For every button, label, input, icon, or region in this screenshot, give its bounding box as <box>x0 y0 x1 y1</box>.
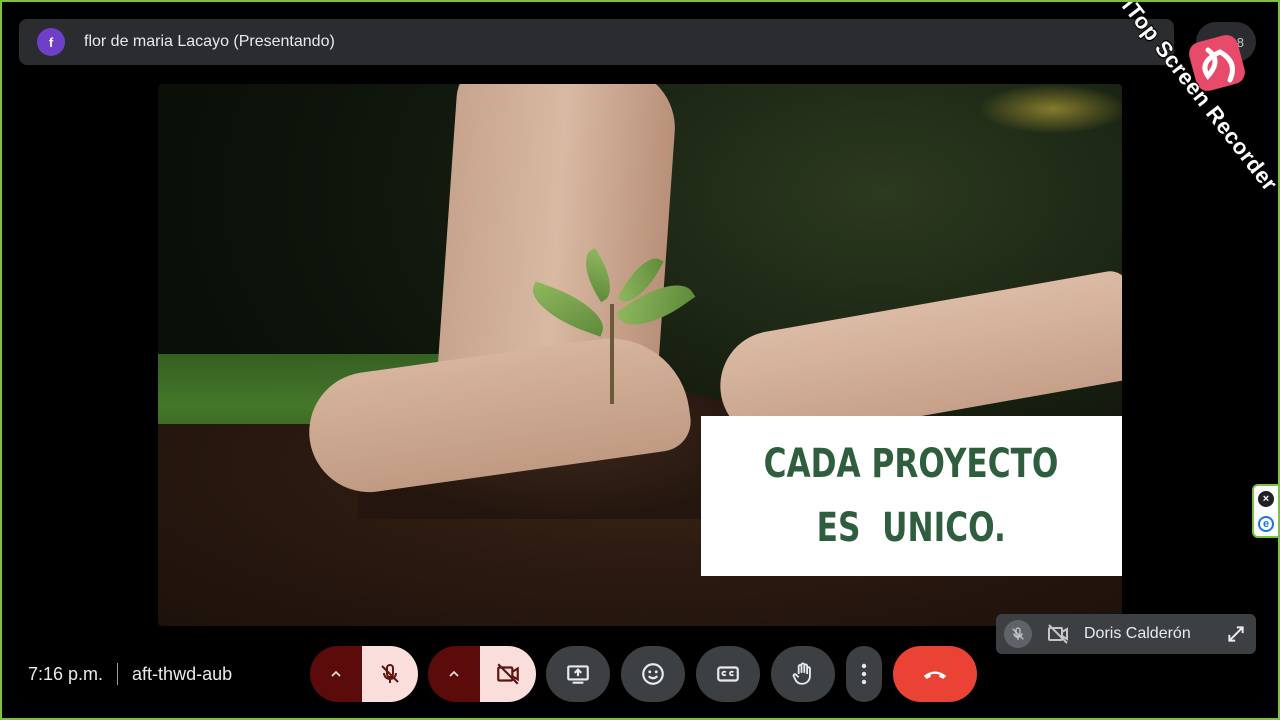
expand-icon[interactable] <box>1224 622 1248 646</box>
video-options-button[interactable] <box>428 646 480 702</box>
self-video-tile[interactable]: Doris Calderón <box>996 614 1256 654</box>
end-call-button[interactable] <box>893 646 977 702</box>
more-options-icon <box>861 663 867 685</box>
meeting-info: 7:16 p.m. aft-thwd-aub <box>28 662 232 686</box>
emoji-reaction-button[interactable] <box>621 646 685 702</box>
presenter-avatar: f <box>37 28 65 56</box>
camera-control <box>428 646 536 702</box>
toggle-camera-button[interactable] <box>480 646 536 702</box>
meeting-code: aft-thwd-aub <box>132 663 233 684</box>
raise-hand-button[interactable] <box>771 646 835 702</box>
chevron-up-icon <box>449 670 459 677</box>
raise-hand-icon <box>792 662 811 685</box>
present-screen-button[interactable] <box>546 646 610 702</box>
call-controls <box>310 646 977 702</box>
slide-caption-line-2: ES UNICO. <box>816 505 1007 551</box>
self-name: Doris Calderón <box>1084 625 1191 642</box>
presenter-name: flor de maria Lacayo (Presentando) <box>84 33 335 50</box>
emoji-icon <box>642 663 664 685</box>
camera-off-icon <box>1044 620 1072 648</box>
close-icon[interactable]: × <box>1258 490 1274 507</box>
meeting-time: 7:16 p.m. <box>28 663 104 684</box>
end-call-icon <box>923 671 947 679</box>
meeting-info-divider <box>117 663 119 685</box>
slide-caption-line-1: CADA PROYECTO <box>764 441 1059 487</box>
extension-icon[interactable]: e <box>1258 515 1274 532</box>
mic-off-icon <box>1004 620 1032 648</box>
seedling-stem <box>610 304 614 404</box>
captions-button[interactable] <box>696 646 760 702</box>
presentation-slide: CADA PROYECTO ES UNICO. <box>158 84 1122 626</box>
captions-icon <box>717 666 739 682</box>
chevron-up-icon <box>331 670 341 677</box>
extension-sidebar[interactable]: × e <box>1252 484 1278 538</box>
participants-button[interactable]: 8 <box>1196 22 1256 62</box>
presenter-bar[interactable]: f flor de maria Lacayo (Presentando) <box>19 19 1174 65</box>
camera-off-icon <box>497 663 519 685</box>
mic-control <box>310 646 418 702</box>
mic-off-icon <box>381 663 399 683</box>
present-screen-icon <box>567 665 589 684</box>
more-options-button[interactable] <box>846 646 882 702</box>
participants-count: 8 <box>1236 34 1244 50</box>
toggle-mic-button[interactable] <box>362 646 418 702</box>
slide-caption-box: CADA PROYECTO ES UNICO. <box>701 416 1122 576</box>
audio-options-button[interactable] <box>310 646 362 702</box>
